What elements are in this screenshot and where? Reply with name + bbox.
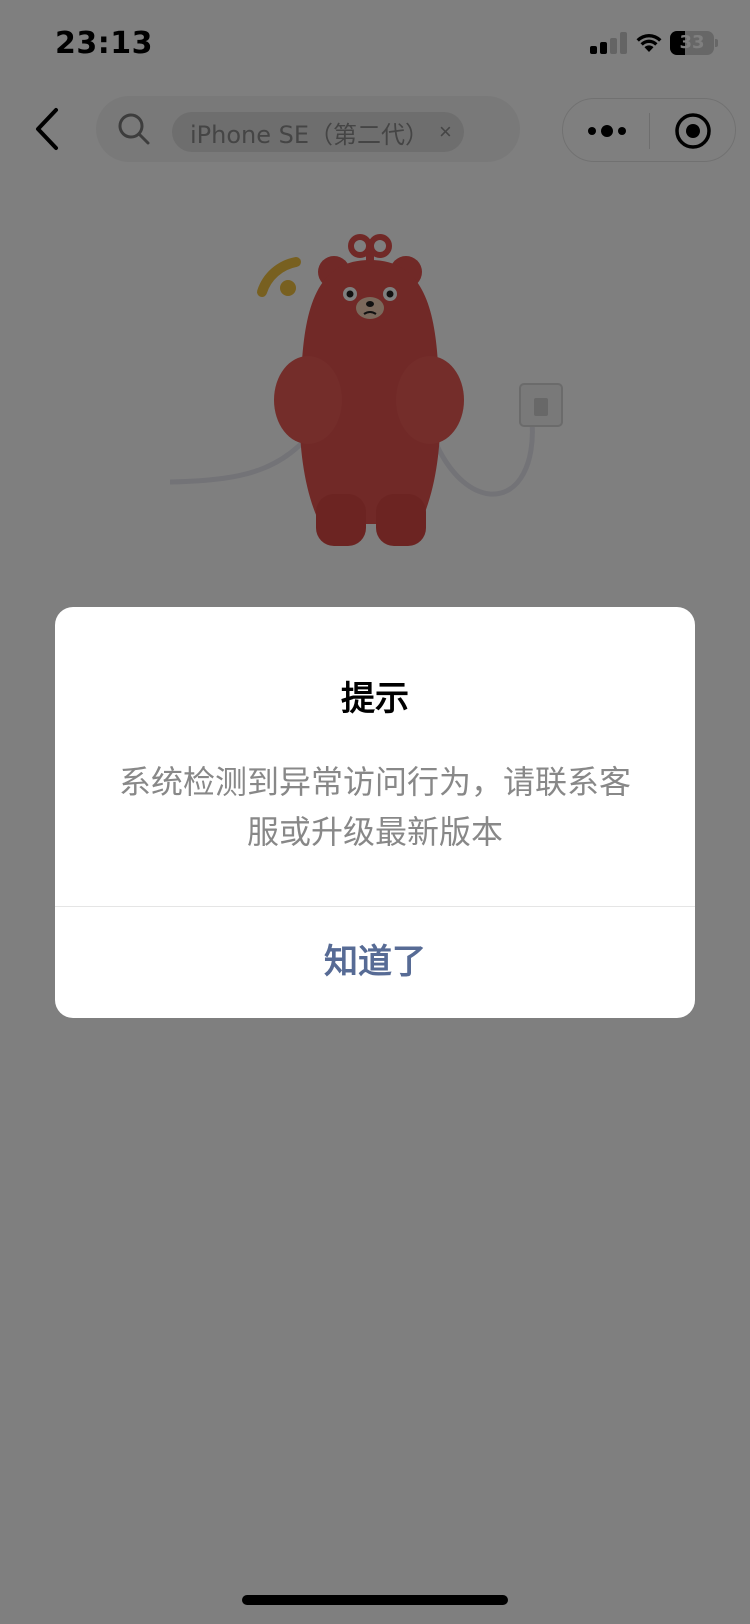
dialog-title: 提示 bbox=[341, 679, 409, 719]
dialog-message: 系统检测到异常访问行为，请联系客服或升级最新版本 bbox=[118, 763, 631, 851]
home-indicator bbox=[242, 1595, 508, 1605]
screen: 23:13 33 bbox=[0, 0, 750, 1624]
alert-dialog: 提示 系统检测到异常访问行为，请联系客服或升级最新版本 知道了 bbox=[55, 607, 695, 1018]
confirm-button[interactable]: 知道了 bbox=[55, 907, 695, 1018]
